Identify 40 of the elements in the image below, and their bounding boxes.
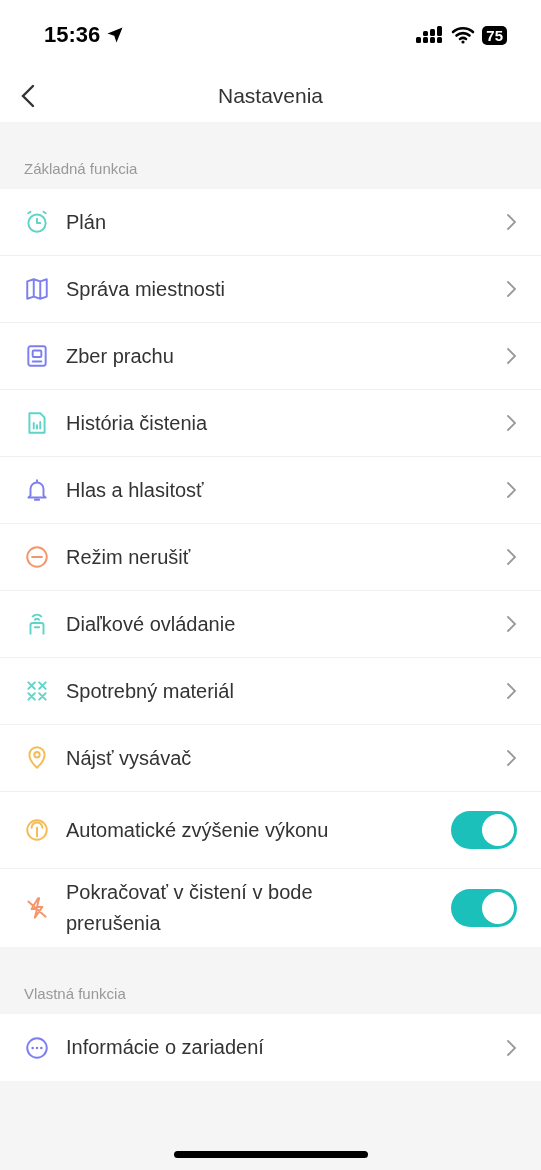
settings-item[interactable]: História čistenia [0,390,541,457]
settings-item[interactable]: Správa miestnosti [0,256,541,323]
bolt-off-icon [24,895,50,921]
gauge-icon [24,817,50,843]
status-time: 15:36 [44,22,125,48]
settings-item[interactable]: Diaľkové ovládanie [0,591,541,658]
settings-item[interactable]: Informácie o zariadení [0,1014,541,1081]
settings-item[interactable]: Nájsť vysávač [0,725,541,792]
chevron-right-icon [505,749,517,767]
toggle-switch[interactable] [451,889,517,927]
chevron-right-icon [505,213,517,231]
chevron-right-icon [505,414,517,432]
toggle-switch[interactable] [451,811,517,849]
chevron-right-icon [505,615,517,633]
settings-item[interactable]: Spotrebný materiál [0,658,541,725]
chevron-right-icon [505,682,517,700]
settings-item[interactable]: Plán [0,189,541,256]
chevron-right-icon [505,280,517,298]
location-arrow-icon [106,26,125,44]
section-header: Základná funkcia [23,159,139,179]
settings-item[interactable]: Zber prachu [0,323,541,390]
dust-box-icon [24,343,50,369]
setting-label: Pokračovať v čistení v bode prerušenia [66,880,314,936]
signal-icon [416,26,445,44]
page-title: Nastavenia [217,84,324,108]
settings-item[interactable]: Hlas a hlasitosť [0,457,541,524]
alarm-clock-icon [24,209,50,235]
bell-icon [24,477,50,503]
wifi-icon [451,26,476,44]
chevron-right-icon [505,481,517,499]
more-icon [24,1034,50,1061]
chevron-right-icon [505,347,517,365]
settings-item[interactable]: Režim nerušiť [0,524,541,591]
chevron-right-icon [505,1038,517,1057]
map-icon [24,276,50,302]
battery-level: 75 [482,25,507,45]
section-header: Vlastná funkcia [23,984,127,1004]
setting-label: Automatické zvýšenie výkonu [66,817,329,843]
chevron-right-icon [505,548,517,566]
minus-circle-icon [24,544,50,570]
